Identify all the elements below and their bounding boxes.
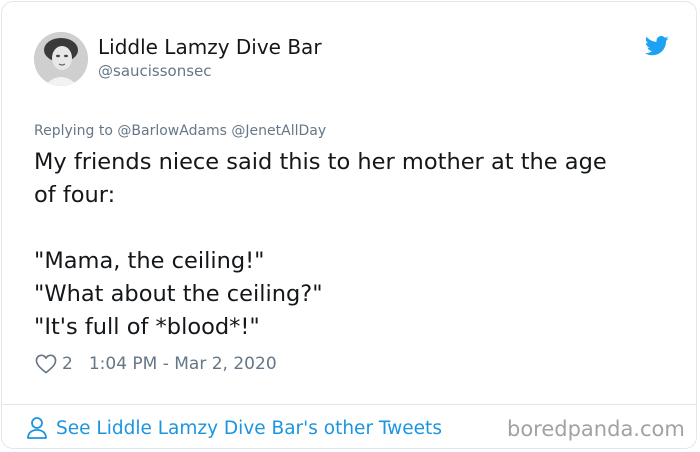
display-name[interactable]: Liddle Lamzy Dive Bar: [98, 35, 322, 59]
tweet-timestamp[interactable]: 1:04 PM - Mar 2, 2020: [89, 354, 277, 374]
tweet-text-line: "What about the ceiling?": [34, 281, 323, 307]
person-icon: [27, 417, 47, 439]
tweet-text: My friends niece said this to her mother…: [34, 146, 674, 344]
tweet-text-line: "Mama, the ceiling!": [34, 248, 265, 274]
avatar-photo: [34, 32, 88, 86]
divider: [2, 404, 696, 405]
avatar[interactable]: [34, 32, 88, 86]
tweet-meta: 2 1:04 PM - Mar 2, 2020: [35, 354, 277, 374]
tweet-text-line: "It's full of *blood*!": [34, 314, 260, 340]
tweet-text-line: of four:: [34, 182, 116, 208]
replying-to: Replying to @BarlowAdams @JenetAllDay: [34, 123, 326, 139]
heart-icon[interactable]: [35, 354, 57, 374]
replying-prefix: Replying to: [34, 123, 113, 139]
like-count[interactable]: 2: [62, 354, 73, 374]
see-other-tweets-link[interactable]: See Liddle Lamzy Dive Bar's other Tweets: [26, 416, 442, 440]
mention-link[interactable]: @BarlowAdams: [117, 123, 227, 139]
tweet-text-line: [34, 212, 674, 245]
user-handle[interactable]: @saucissonsec: [98, 62, 212, 80]
tweet-card: Liddle Lamzy Dive Bar @saucissonsec Repl…: [1, 1, 697, 449]
mention-link[interactable]: @JenetAllDay: [231, 123, 326, 139]
twitter-bird-icon[interactable]: [644, 36, 669, 56]
see-other-tweets-label[interactable]: See Liddle Lamzy Dive Bar's other Tweets: [56, 418, 442, 439]
watermark: boredpanda.com: [507, 417, 685, 441]
tweet-text-line: My friends niece said this to her mother…: [34, 149, 607, 175]
